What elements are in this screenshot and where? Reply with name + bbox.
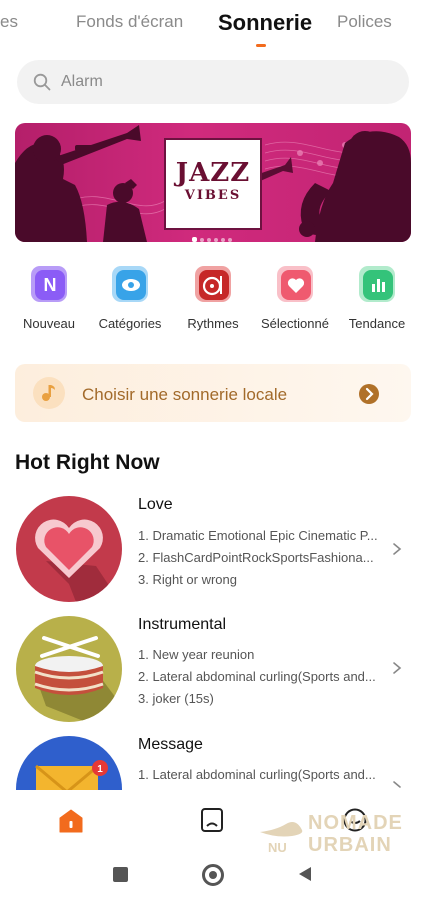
chart-icon xyxy=(359,266,395,302)
chart-glyph xyxy=(372,279,385,292)
category-new[interactable]: N Nouveau xyxy=(6,262,92,331)
category-label: Nouveau xyxy=(22,316,76,331)
music-note-icon xyxy=(33,377,65,409)
banner-pagination xyxy=(192,229,235,242)
page-dot xyxy=(192,237,197,242)
tab-fonts[interactable]: Polices xyxy=(337,12,392,32)
envelope-artwork-icon: 1 xyxy=(35,760,108,790)
tab-ringtones[interactable]: Sonnerie xyxy=(218,10,312,36)
instrumental-artwork xyxy=(16,616,122,722)
new-icon: N xyxy=(31,266,67,302)
disc-glyph xyxy=(202,276,222,296)
playlist-item: 2. Lateral abdominal curling(Sports and.… xyxy=(138,669,376,684)
search-bar[interactable] xyxy=(17,60,409,104)
music-note-glyph xyxy=(42,385,55,401)
section-title: Hot Right Now xyxy=(15,451,160,474)
tab-wallpapers[interactable]: Fonds d'écran xyxy=(76,12,183,32)
notification-badge: 1 xyxy=(97,764,103,775)
category-label: Catégories xyxy=(98,316,162,331)
recent-apps-icon[interactable] xyxy=(113,867,128,882)
active-tab-indicator xyxy=(256,44,266,47)
page-dot xyxy=(207,238,211,242)
banner-title: JAZZ xyxy=(175,158,251,188)
playlist-title: Love xyxy=(138,496,173,513)
nomade-urbain-watermark: NU NOMADE URBAIN xyxy=(256,808,416,858)
chevron-right-icon xyxy=(393,662,402,674)
heart-icon xyxy=(277,266,313,302)
love-artwork xyxy=(16,496,122,602)
category-trending[interactable]: Tendance xyxy=(334,262,420,331)
category-row: N Nouveau Catégories Rythmes Sélectionné xyxy=(0,262,426,334)
music-disc-icon xyxy=(195,266,231,302)
system-navigation-bar xyxy=(0,852,426,900)
banner-subtitle: VIBES xyxy=(184,188,242,203)
playlist-item: 3. Right or wrong xyxy=(138,572,237,587)
bookmark-icon[interactable] xyxy=(199,806,225,834)
home-icon[interactable] xyxy=(58,808,84,834)
playlist-instrumental[interactable]: Instrumental 1. New year reunion 2. Late… xyxy=(0,616,426,722)
category-label: Sélectionné xyxy=(261,316,329,331)
heart-glyph xyxy=(287,278,305,293)
category-label: Rythmes xyxy=(187,316,239,331)
playlist-item: 1. Lateral abdominal curling(Sports and.… xyxy=(138,767,376,782)
drum-artwork-icon xyxy=(34,636,122,722)
chevron-glyph xyxy=(365,387,374,401)
page-dot xyxy=(214,238,218,242)
playlist-message[interactable]: 1 Message 1. Lateral abdominal curling(S… xyxy=(0,736,426,790)
playlist-title: Message xyxy=(138,736,203,753)
playlist-love[interactable]: Love 1. Dramatic Emotional Epic Cinemati… xyxy=(0,496,426,602)
top-tabs: es Fonds d'écran Sonnerie Polices xyxy=(0,0,426,52)
watermark-line1: NOMADE xyxy=(308,812,403,834)
search-icon xyxy=(33,73,51,91)
category-categories[interactable]: Catégories xyxy=(87,262,173,331)
category-rhythms[interactable]: Rythmes xyxy=(170,262,256,331)
back-icon[interactable] xyxy=(296,865,314,883)
chevron-right-icon xyxy=(393,543,402,555)
choose-local-ringtone-label: Choisir une sonnerie locale xyxy=(82,385,288,404)
eye-glyph xyxy=(122,279,140,291)
category-label: Tendance xyxy=(348,316,406,331)
jazz-banner[interactable]: JAZZ VIBES xyxy=(15,123,411,242)
home-button-dot xyxy=(209,871,217,879)
playlist-item: 2. FlashCardPointRockSportsFashiona... xyxy=(138,550,374,565)
playlist-item: 1. New year reunion xyxy=(138,647,255,662)
message-artwork: 1 xyxy=(16,736,122,790)
heart-artwork-icon xyxy=(35,519,116,602)
tab-themes[interactable]: es xyxy=(0,12,18,32)
choose-local-ringtone[interactable]: Choisir une sonnerie locale xyxy=(15,364,411,422)
playlist-item: 3. joker (15s) xyxy=(138,691,214,706)
page-dot xyxy=(221,238,225,242)
category-selected[interactable]: Sélectionné xyxy=(252,262,338,331)
search-input[interactable] xyxy=(61,60,381,104)
eye-icon xyxy=(112,266,148,302)
page-dot xyxy=(228,238,232,242)
page-dot xyxy=(200,238,204,242)
home-button-icon[interactable] xyxy=(202,864,224,886)
playlist-title: Instrumental xyxy=(138,616,227,633)
chevron-right-icon xyxy=(393,781,401,788)
playlist-item: 1. Dramatic Emotional Epic Cinematic P..… xyxy=(138,528,378,543)
jazz-vibes-card: JAZZ VIBES xyxy=(166,140,260,228)
chevron-right-icon xyxy=(359,384,379,404)
